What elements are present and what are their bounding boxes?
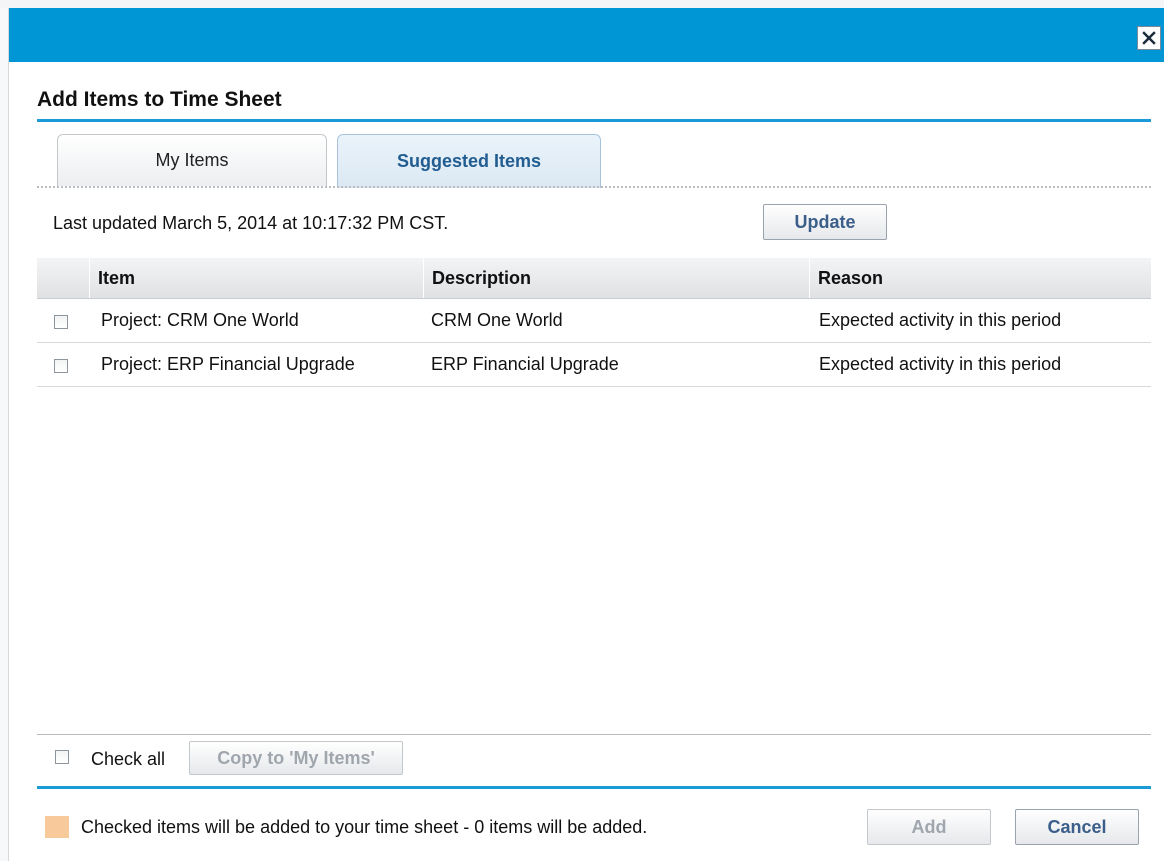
item-cell: Project: CRM One World <box>101 310 299 330</box>
cancel-button-label: Cancel <box>1047 816 1107 837</box>
add-button[interactable]: Add <box>867 809 991 845</box>
header-description: Description <box>423 258 809 298</box>
table-row: Project: CRM One World CRM One World Exp… <box>37 299 1151 343</box>
table-header: Item Description Reason <box>37 258 1151 299</box>
header-select-column <box>37 258 89 298</box>
status-text: Checked items will be added to your time… <box>81 817 648 837</box>
background-strip <box>0 0 1164 8</box>
check-all-label: Check all <box>91 749 166 769</box>
description-cell: CRM One World <box>431 310 563 330</box>
tab-baseline <box>37 186 1151 188</box>
close-icon <box>1142 31 1156 45</box>
row-checkbox[interactable] <box>54 315 68 329</box>
close-button[interactable] <box>1137 26 1161 50</box>
legend-swatch <box>45 816 69 838</box>
actions-divider <box>37 786 1151 789</box>
check-all-checkbox[interactable] <box>55 750 69 764</box>
item-cell: Project: ERP Financial Upgrade <box>101 354 355 374</box>
update-button-label: Update <box>794 211 856 232</box>
title-divider <box>37 119 1151 122</box>
tab-my-items-label: My Items <box>155 150 229 170</box>
dialog-title: Add Items to Time Sheet <box>37 88 282 111</box>
row-checkbox[interactable] <box>54 359 68 373</box>
reason-cell: Expected activity in this period <box>819 354 1062 374</box>
last-updated-text: Last updated March 5, 2014 at 10:17:32 P… <box>53 213 449 233</box>
update-button[interactable]: Update <box>763 204 887 240</box>
header-item: Item <box>89 258 423 298</box>
reason-cell: Expected activity in this period <box>819 310 1062 330</box>
cancel-button[interactable]: Cancel <box>1015 809 1139 845</box>
table-row: Project: ERP Financial Upgrade ERP Finan… <box>37 343 1151 387</box>
background-edge <box>0 8 8 861</box>
tab-my-items[interactable]: My Items <box>57 134 327 186</box>
footer-divider <box>37 734 1151 735</box>
copy-to-my-items-button[interactable]: Copy to 'My Items' <box>189 741 403 775</box>
header-reason: Reason <box>809 258 1151 298</box>
copy-button-label: Copy to 'My Items' <box>217 747 375 768</box>
suggested-items-table: Item Description Reason Project: CRM One… <box>37 258 1151 387</box>
dialog-title-bar <box>9 8 1164 62</box>
add-items-dialog: Add Items to Time Sheet My Items Suggest… <box>8 8 1164 861</box>
description-cell: ERP Financial Upgrade <box>431 354 619 374</box>
tab-suggested-items[interactable]: Suggested Items <box>337 134 601 188</box>
add-button-label: Add <box>911 816 947 837</box>
tab-suggested-items-label: Suggested Items <box>396 151 542 171</box>
